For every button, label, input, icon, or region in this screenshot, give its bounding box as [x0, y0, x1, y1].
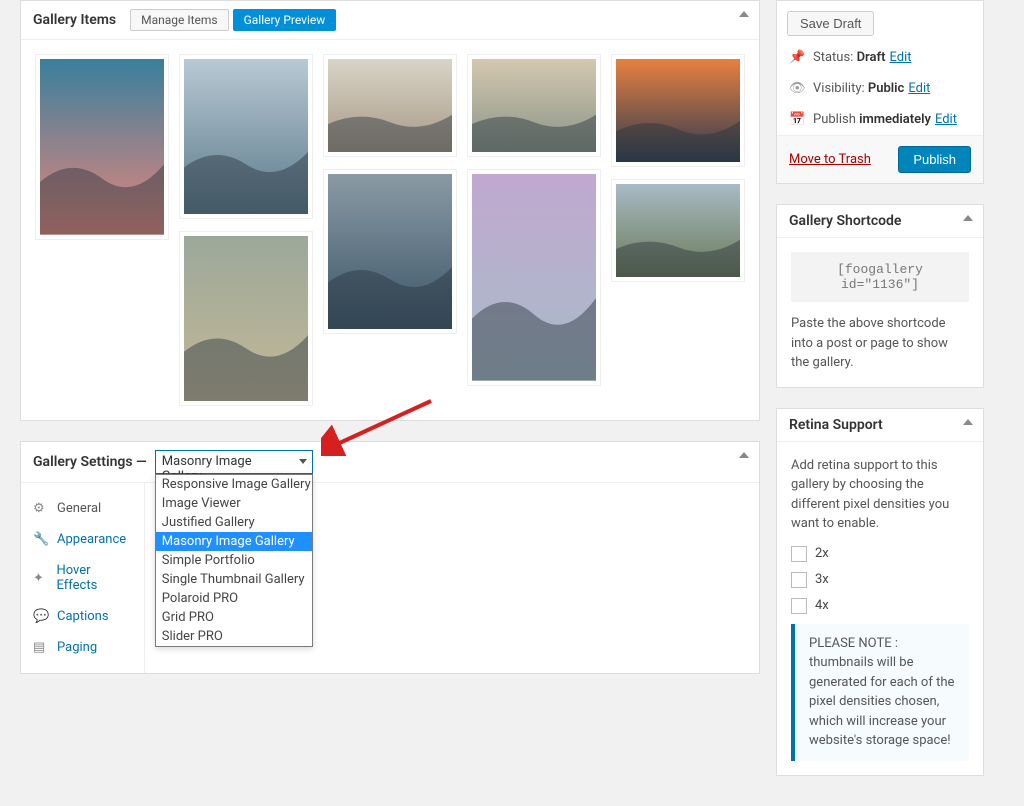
shortcode-body: [foogallery id="1136"] Paste the above s…	[777, 238, 983, 387]
settings-tab-general[interactable]: ⚙ General	[21, 493, 144, 524]
gallery-thumb[interactable]	[179, 231, 313, 406]
template-option[interactable]: Justified Gallery	[156, 513, 312, 532]
checkbox-icon[interactable]	[791, 572, 807, 588]
gallery-thumb[interactable]	[179, 54, 313, 219]
retina-helper: Add retina support to this gallery by ch…	[791, 456, 969, 534]
template-option[interactable]: Masonry Image Gallery	[156, 532, 312, 551]
publish-button[interactable]: Publish	[898, 146, 971, 173]
caption-icon: 💬	[33, 609, 49, 624]
retina-note: PLEASE NOTE : thumbnails will be generat…	[791, 624, 969, 761]
gallery-thumb[interactable]	[35, 54, 169, 240]
gallery-settings-header: Gallery Settings — Masonry Image Gallery…	[21, 442, 759, 483]
shortcode-helper: Paste the above shortcode into a post or…	[791, 314, 969, 373]
edit-status-link[interactable]: Edit	[889, 50, 911, 65]
collapse-icon[interactable]	[963, 419, 973, 425]
collapse-icon[interactable]	[739, 11, 749, 17]
shortcode-title: Gallery Shortcode	[789, 213, 901, 229]
retina-option[interactable]: 4x	[791, 598, 969, 614]
settings-tab-appearance[interactable]: 🔧 Appearance	[21, 524, 144, 555]
gallery-thumb[interactable]	[611, 179, 745, 282]
shortcode-text[interactable]: [foogallery id="1136"]	[791, 252, 969, 302]
template-select[interactable]: Masonry Image Gallery	[155, 450, 313, 474]
shortcode-panel: Gallery Shortcode [foogallery id="1136"]…	[776, 204, 984, 388]
template-dropdown: Responsive Image GalleryImage ViewerJust…	[155, 474, 313, 647]
publish-footer: Move to Trash Publish	[777, 135, 983, 183]
pin-icon: 📌	[789, 50, 807, 65]
gallery-items-header: Gallery Items Manage Items Gallery Previ…	[21, 1, 759, 40]
retina-options: 2x 3x 4x	[791, 546, 969, 614]
gallery-thumb[interactable]	[611, 54, 745, 167]
shortcode-header: Gallery Shortcode	[777, 205, 983, 238]
gallery-thumb[interactable]	[467, 169, 601, 386]
checkbox-icon[interactable]	[791, 598, 807, 614]
tab-manage-items[interactable]: Manage Items	[130, 9, 229, 31]
retina-body: Add retina support to this gallery by ch…	[777, 442, 983, 775]
publish-panel: Save Draft 📌 Status: Draft Edit 👁 Visibi…	[776, 0, 984, 184]
status-row: 📌 Status: Draft Edit	[777, 42, 983, 73]
calendar-icon: 📅	[789, 112, 807, 127]
retina-header: Retina Support	[777, 409, 983, 442]
pages-icon: ▤	[33, 640, 49, 655]
wrench-icon: 🔧	[33, 532, 49, 547]
edit-publish-link[interactable]: Edit	[935, 112, 957, 127]
template-select-wrap: Masonry Image Gallery Responsive Image G…	[155, 450, 313, 474]
edit-visibility-link[interactable]: Edit	[908, 81, 930, 96]
retina-title: Retina Support	[789, 417, 883, 433]
pointer-icon: ✦	[33, 571, 48, 586]
template-option[interactable]: Responsive Image Gallery	[156, 475, 312, 494]
collapse-icon[interactable]	[739, 452, 749, 458]
settings-tabs: ⚙ General 🔧 Appearance ✦ Hover Effects 💬…	[21, 483, 145, 673]
gallery-items-tabs: Manage Items Gallery Preview	[130, 9, 340, 31]
save-draft-button[interactable]: Save Draft	[787, 11, 874, 36]
checkbox-icon[interactable]	[791, 546, 807, 562]
retina-option[interactable]: 2x	[791, 546, 969, 562]
template-option[interactable]: Image Viewer	[156, 494, 312, 513]
retina-panel: Retina Support Add retina support to thi…	[776, 408, 984, 776]
template-option[interactable]: Grid PRO	[156, 608, 312, 627]
gallery-settings-title: Gallery Settings —	[33, 454, 147, 470]
retina-option[interactable]: 3x	[791, 572, 969, 588]
settings-tab-hover[interactable]: ✦ Hover Effects	[21, 555, 144, 601]
eye-icon: 👁	[789, 81, 807, 96]
gear-icon: ⚙	[33, 501, 49, 516]
visibility-row: 👁 Visibility: Public Edit	[777, 73, 983, 104]
gallery-settings-panel: Gallery Settings — Masonry Image Gallery…	[20, 441, 760, 674]
settings-body: ⚙ General 🔧 Appearance ✦ Hover Effects 💬…	[21, 483, 759, 673]
gallery-items-title: Gallery Items	[33, 12, 116, 28]
settings-tab-captions[interactable]: 💬 Captions	[21, 601, 144, 632]
masonry-grid	[35, 54, 745, 406]
collapse-icon[interactable]	[963, 215, 973, 221]
template-option[interactable]: Polaroid PRO	[156, 589, 312, 608]
gallery-items-panel: Gallery Items Manage Items Gallery Previ…	[20, 0, 760, 421]
move-to-trash-link[interactable]: Move to Trash	[789, 152, 871, 167]
gallery-thumb[interactable]	[323, 169, 457, 334]
tab-gallery-preview[interactable]: Gallery Preview	[233, 9, 337, 31]
gallery-thumb[interactable]	[467, 54, 601, 157]
template-option[interactable]: Single Thumbnail Gallery	[156, 570, 312, 589]
gallery-thumb[interactable]	[323, 54, 457, 157]
template-option[interactable]: Simple Portfolio	[156, 551, 312, 570]
publish-row: 📅 Publish immediately Edit	[777, 104, 983, 135]
gallery-preview-body	[21, 40, 759, 420]
